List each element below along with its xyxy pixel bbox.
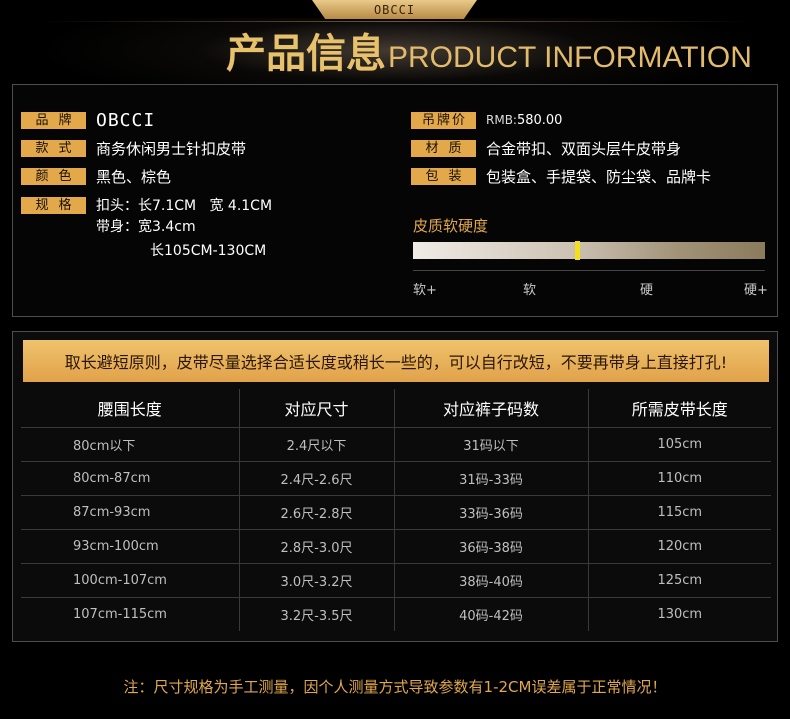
table-cell: 105cm — [588, 427, 771, 462]
table-row: 80cm以下 2.4尺以下 31码以下 105cm — [21, 427, 771, 462]
section-title: 产品信息 PRODUCT INFORMATION — [226, 24, 752, 80]
table-cell: 87cm-93cm — [21, 495, 240, 530]
hardness-marker — [574, 241, 580, 260]
spec-strap-width: 带身：宽3.4cm — [96, 219, 196, 235]
table-cell: 2.4尺以下 — [239, 427, 395, 462]
size-header-size: 对应尺寸 — [239, 389, 395, 428]
hardness-label-soft: 软 — [523, 283, 537, 298]
table-cell: 110cm — [588, 461, 771, 496]
info-row-spec: 规格 扣头：长7.1CM 宽 4.1CM — [21, 196, 272, 214]
info-label-spec: 规格 — [21, 196, 86, 214]
info-label-brand: 品牌 — [21, 111, 86, 129]
table-cell: 2.4尺-2.6尺 — [239, 461, 395, 496]
table-cell: 31码-33码 — [394, 461, 589, 496]
hardness-bar — [413, 241, 765, 260]
header-line — [40, 21, 750, 22]
hardness-axis — [413, 270, 765, 274]
hardness-label-softer: 软+ — [413, 283, 437, 298]
info-label-style: 款式 — [21, 139, 86, 157]
title-cn: 产品信息 — [226, 30, 386, 77]
info-value-style: 商务休闲男士针扣皮带 — [96, 139, 247, 158]
size-chart-box: 取长避短原则，皮带尽量选择合适长度或稍长一些的，可以自行改短，不要再带身上直接打… — [12, 331, 778, 642]
info-label-price: 吊牌价 — [411, 111, 476, 129]
table-row: 87cm-93cm 2.6尺-2.8尺 33码-36码 115cm — [21, 495, 771, 530]
size-table-header-row: 腰围长度 对应尺寸 对应裤子码数 所需皮带长度 — [21, 389, 771, 428]
table-row: 80cm-87cm 2.4尺-2.6尺 31码-33码 110cm — [21, 461, 771, 496]
hardness-label-hard: 硬 — [640, 283, 654, 298]
info-label-package: 包装 — [411, 167, 476, 185]
info-label-material: 材质 — [411, 139, 476, 157]
measurement-footnote: 注：尺寸规格为手工测量，因个人测量方式导致参数有1-2CM误差属于正常情况！ — [123, 678, 667, 696]
product-info-box: 品牌 OBCCI 款式 商务休闲男士针扣皮带 颜色 黑色、棕色 规格 扣头：长7… — [12, 84, 778, 317]
table-cell: 125cm — [588, 563, 771, 598]
table-cell: 36码-38码 — [394, 529, 589, 564]
info-value-spec-buckle: 扣头：长7.1CM 宽 4.1CM — [96, 198, 273, 214]
table-cell: 93cm-100cm — [21, 529, 240, 564]
table-cell: 115cm — [588, 495, 771, 530]
table-cell: 120cm — [588, 529, 771, 564]
table-cell: 40码-42码 — [394, 597, 589, 631]
size-header-pants: 对应裤子码数 — [394, 389, 589, 428]
info-value-package: 包装盒、手提袋、防尘袋、品牌卡 — [486, 167, 712, 186]
table-cell: 31码以下 — [394, 427, 589, 462]
info-row-color: 颜色 黑色、棕色 — [21, 167, 172, 186]
hardness-label-harder: 硬+ — [744, 283, 768, 298]
hardness-title: 皮质软硬度 — [413, 217, 489, 235]
table-cell: 80cm以下 — [21, 427, 240, 462]
table-row: 93cm-100cm 2.8尺-3.0尺 36码-38码 120cm — [21, 529, 771, 564]
size-notice-banner: 取长避短原则，皮带尽量选择合适长度或稍长一些的，可以自行改短，不要再带身上直接打… — [23, 340, 769, 382]
info-value-color: 黑色、棕色 — [96, 167, 172, 186]
table-cell: 2.8尺-3.0尺 — [239, 529, 395, 564]
table-row: 100cm-107cm 3.0尺-3.2尺 38码-40码 125cm — [21, 563, 771, 598]
info-value-brand: OBCCI — [96, 109, 156, 131]
table-cell: 38码-40码 — [394, 563, 589, 598]
info-row-package: 包装 包装盒、手提袋、防尘袋、品牌卡 — [411, 167, 712, 186]
spec-strap-length: 长105CM-130CM — [150, 243, 267, 259]
size-table: 腰围长度 对应尺寸 对应裤子码数 所需皮带长度 80cm以下 2.4尺以下 31码以… — [21, 389, 771, 631]
table-cell: 100cm-107cm — [21, 563, 240, 598]
table-cell: 3.2尺-3.5尺 — [239, 597, 395, 631]
info-row-style: 款式 商务休闲男士针扣皮带 — [21, 139, 247, 158]
info-row-brand: 品牌 OBCCI — [21, 109, 156, 131]
info-label-color: 颜色 — [21, 167, 86, 185]
size-header-belt-length: 所需皮带长度 — [588, 389, 771, 428]
title-en: PRODUCT INFORMATION — [388, 41, 752, 74]
price-prefix: RMB: — [486, 113, 517, 127]
product-info-page: OBCCI 产品信息 PRODUCT INFORMATION 品牌 OBCCI … — [0, 0, 790, 719]
brand-top-tab-text: OBCCI — [373, 2, 416, 17]
price-value: 580.00 — [516, 112, 563, 128]
table-cell: 33码-36码 — [394, 495, 589, 530]
info-value-material: 合金带扣、双面头层牛皮带身 — [486, 139, 682, 158]
brand-top-tab: OBCCI — [312, 0, 477, 19]
table-cell: 107cm-115cm — [21, 597, 240, 631]
table-cell: 2.6尺-2.8尺 — [239, 495, 395, 530]
info-row-price: 吊牌价 RMB: 580.00 — [411, 111, 562, 129]
table-row: 107cm-115cm 3.2尺-3.5尺 40码-42码 130cm — [21, 597, 771, 631]
table-cell: 3.0尺-3.2尺 — [239, 563, 395, 598]
size-header-waist: 腰围长度 — [21, 389, 240, 428]
table-cell: 80cm-87cm — [21, 461, 240, 496]
info-row-material: 材质 合金带扣、双面头层牛皮带身 — [411, 139, 682, 158]
table-cell: 130cm — [657, 606, 703, 622]
